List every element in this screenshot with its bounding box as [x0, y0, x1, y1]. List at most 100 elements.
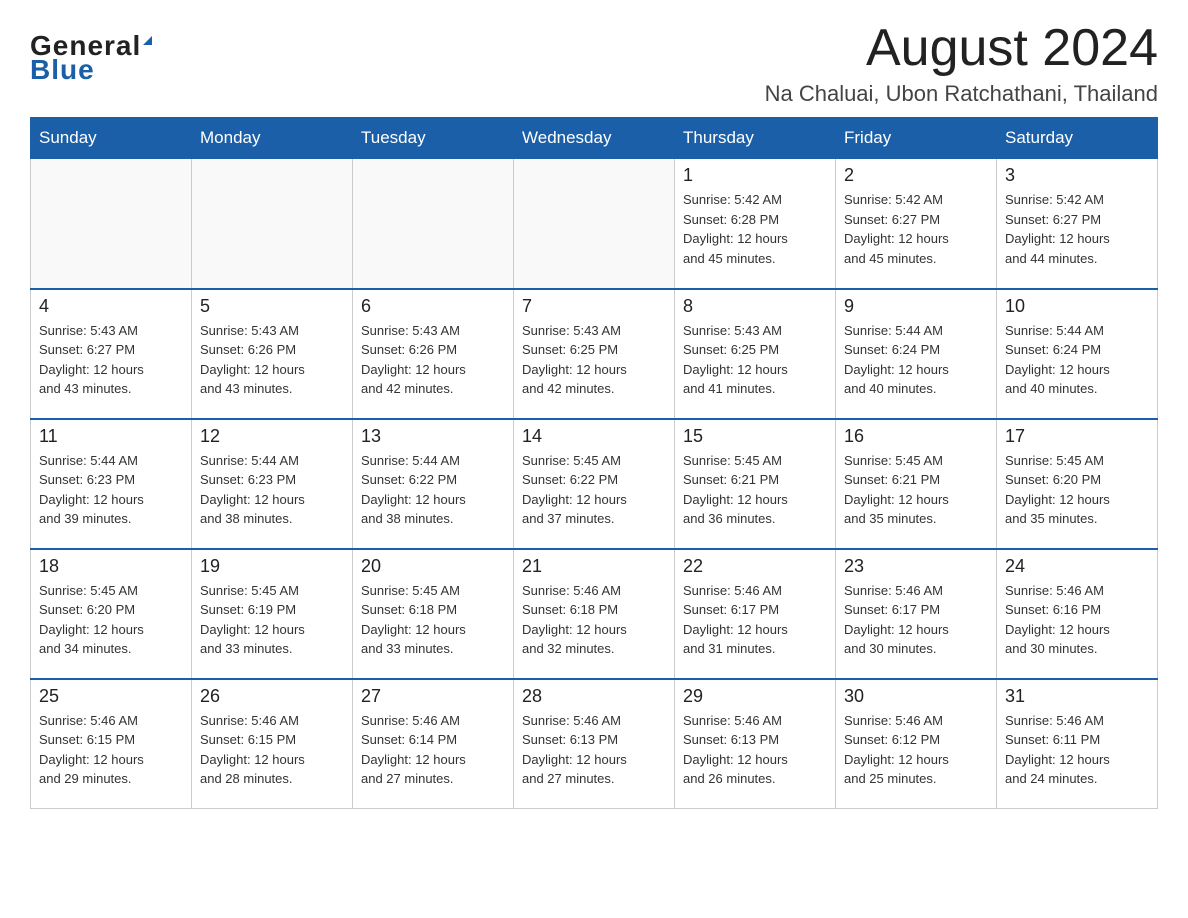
calendar-cell	[192, 159, 353, 289]
day-number: 21	[522, 556, 666, 577]
day-info: Sunrise: 5:44 AM Sunset: 6:23 PM Dayligh…	[200, 451, 344, 529]
calendar-header-row: SundayMondayTuesdayWednesdayThursdayFrid…	[31, 118, 1158, 159]
calendar-cell: 13 Sunrise: 5:44 AM Sunset: 6:22 PM Dayli…	[353, 419, 514, 549]
logo: General Blue	[30, 30, 152, 86]
day-info: Sunrise: 5:46 AM Sunset: 6:17 PM Dayligh…	[844, 581, 988, 659]
day-info: Sunrise: 5:42 AM Sunset: 6:27 PM Dayligh…	[1005, 190, 1149, 268]
day-info: Sunrise: 5:45 AM Sunset: 6:22 PM Dayligh…	[522, 451, 666, 529]
calendar-cell: 29Sunrise: 5:46 AM Sunset: 6:13 PM Dayli…	[675, 679, 836, 809]
calendar-week-5: 25 Sunrise: 5:46 AM Sunset: 6:15 PM Dayli…	[31, 679, 1158, 809]
day-number: 25	[39, 686, 183, 707]
calendar-cell: 14 Sunrise: 5:45 AM Sunset: 6:22 PM Dayli…	[514, 419, 675, 549]
day-number: 14	[522, 426, 666, 447]
day-info: Sunrise: 5:46 AM Sunset: 6:13 PM Dayligh…	[522, 711, 666, 789]
day-info: Sunrise: 5:45 AM Sunset: 6:20 PM Dayligh…	[1005, 451, 1149, 529]
day-number: 23	[844, 556, 988, 577]
calendar-cell: 18 Sunrise: 5:45 AM Sunset: 6:20 PM Dayli…	[31, 549, 192, 679]
title-area: August 2024 Na Chaluai, Ubon Ratchathani…	[765, 20, 1158, 107]
logo-blue-text: Blue	[30, 54, 95, 86]
day-number: 29	[683, 686, 827, 707]
day-number: 9	[844, 296, 988, 317]
calendar-cell: 25 Sunrise: 5:46 AM Sunset: 6:15 PM Dayli…	[31, 679, 192, 809]
calendar-week-3: 11 Sunrise: 5:44 AM Sunset: 6:23 PM Dayli…	[31, 419, 1158, 549]
calendar-cell: 17Sunrise: 5:45 AM Sunset: 6:20 PM Dayli…	[997, 419, 1158, 549]
calendar-table: SundayMondayTuesdayWednesdayThursdayFrid…	[30, 117, 1158, 809]
calendar-cell: 21 Sunrise: 5:46 AM Sunset: 6:18 PM Dayli…	[514, 549, 675, 679]
day-info: Sunrise: 5:43 AM Sunset: 6:26 PM Dayligh…	[361, 321, 505, 399]
calendar-cell: 10 Sunrise: 5:44 AM Sunset: 6:24 PM Dayli…	[997, 289, 1158, 419]
calendar-cell: 30 Sunrise: 5:46 AM Sunset: 6:12 PM Dayli…	[836, 679, 997, 809]
calendar-cell: 3 Sunrise: 5:42 AM Sunset: 6:27 PM Daylig…	[997, 159, 1158, 289]
calendar-cell: 31Sunrise: 5:46 AM Sunset: 6:11 PM Dayli…	[997, 679, 1158, 809]
day-info: Sunrise: 5:44 AM Sunset: 6:24 PM Dayligh…	[1005, 321, 1149, 399]
header-wednesday: Wednesday	[514, 118, 675, 159]
header-tuesday: Tuesday	[353, 118, 514, 159]
day-info: Sunrise: 5:42 AM Sunset: 6:27 PM Dayligh…	[844, 190, 988, 268]
day-info: Sunrise: 5:46 AM Sunset: 6:15 PM Dayligh…	[39, 711, 183, 789]
day-number: 7	[522, 296, 666, 317]
header-saturday: Saturday	[997, 118, 1158, 159]
calendar-cell: 11Sunrise: 5:44 AM Sunset: 6:23 PM Dayli…	[31, 419, 192, 549]
calendar-cell: 2 Sunrise: 5:42 AM Sunset: 6:27 PM Daylig…	[836, 159, 997, 289]
calendar-cell: 7 Sunrise: 5:43 AM Sunset: 6:25 PM Daylig…	[514, 289, 675, 419]
day-info: Sunrise: 5:45 AM Sunset: 6:20 PM Dayligh…	[39, 581, 183, 659]
calendar-cell: 22 Sunrise: 5:46 AM Sunset: 6:17 PM Dayli…	[675, 549, 836, 679]
day-number: 24	[1005, 556, 1149, 577]
day-info: Sunrise: 5:46 AM Sunset: 6:11 PM Dayligh…	[1005, 711, 1149, 789]
day-info: Sunrise: 5:46 AM Sunset: 6:18 PM Dayligh…	[522, 581, 666, 659]
day-number: 6	[361, 296, 505, 317]
calendar-week-4: 18 Sunrise: 5:45 AM Sunset: 6:20 PM Dayli…	[31, 549, 1158, 679]
day-info: Sunrise: 5:46 AM Sunset: 6:12 PM Dayligh…	[844, 711, 988, 789]
day-number: 3	[1005, 165, 1149, 186]
day-number: 10	[1005, 296, 1149, 317]
day-number: 28	[522, 686, 666, 707]
day-number: 4	[39, 296, 183, 317]
day-info: Sunrise: 5:46 AM Sunset: 6:14 PM Dayligh…	[361, 711, 505, 789]
day-info: Sunrise: 5:45 AM Sunset: 6:19 PM Dayligh…	[200, 581, 344, 659]
day-info: Sunrise: 5:43 AM Sunset: 6:26 PM Dayligh…	[200, 321, 344, 399]
day-number: 22	[683, 556, 827, 577]
header-sunday: Sunday	[31, 118, 192, 159]
calendar-cell: 5 Sunrise: 5:43 AM Sunset: 6:26 PM Daylig…	[192, 289, 353, 419]
calendar-cell	[514, 159, 675, 289]
calendar-cell: 24 Sunrise: 5:46 AM Sunset: 6:16 PM Dayli…	[997, 549, 1158, 679]
day-number: 30	[844, 686, 988, 707]
day-info: Sunrise: 5:45 AM Sunset: 6:21 PM Dayligh…	[683, 451, 827, 529]
day-info: Sunrise: 5:43 AM Sunset: 6:25 PM Dayligh…	[683, 321, 827, 399]
calendar-cell: 9 Sunrise: 5:44 AM Sunset: 6:24 PM Daylig…	[836, 289, 997, 419]
calendar-cell: 12 Sunrise: 5:44 AM Sunset: 6:23 PM Dayli…	[192, 419, 353, 549]
day-number: 15	[683, 426, 827, 447]
day-info: Sunrise: 5:43 AM Sunset: 6:25 PM Dayligh…	[522, 321, 666, 399]
calendar-cell: 26 Sunrise: 5:46 AM Sunset: 6:15 PM Dayli…	[192, 679, 353, 809]
day-number: 18	[39, 556, 183, 577]
day-info: Sunrise: 5:43 AM Sunset: 6:27 PM Dayligh…	[39, 321, 183, 399]
header-monday: Monday	[192, 118, 353, 159]
calendar-cell: 4 Sunrise: 5:43 AM Sunset: 6:27 PM Daylig…	[31, 289, 192, 419]
day-number: 20	[361, 556, 505, 577]
day-number: 12	[200, 426, 344, 447]
day-number: 11	[39, 426, 183, 447]
day-number: 26	[200, 686, 344, 707]
day-info: Sunrise: 5:46 AM Sunset: 6:17 PM Dayligh…	[683, 581, 827, 659]
day-info: Sunrise: 5:45 AM Sunset: 6:18 PM Dayligh…	[361, 581, 505, 659]
day-info: Sunrise: 5:46 AM Sunset: 6:16 PM Dayligh…	[1005, 581, 1149, 659]
calendar-cell	[31, 159, 192, 289]
calendar-cell: 6 Sunrise: 5:43 AM Sunset: 6:26 PM Daylig…	[353, 289, 514, 419]
header-friday: Friday	[836, 118, 997, 159]
calendar-cell: 27Sunrise: 5:46 AM Sunset: 6:14 PM Dayli…	[353, 679, 514, 809]
day-number: 1	[683, 165, 827, 186]
day-number: 2	[844, 165, 988, 186]
day-number: 5	[200, 296, 344, 317]
day-info: Sunrise: 5:44 AM Sunset: 6:22 PM Dayligh…	[361, 451, 505, 529]
day-info: Sunrise: 5:44 AM Sunset: 6:24 PM Dayligh…	[844, 321, 988, 399]
calendar-cell: 28 Sunrise: 5:46 AM Sunset: 6:13 PM Dayli…	[514, 679, 675, 809]
logo-arrow-icon	[143, 36, 152, 45]
day-info: Sunrise: 5:42 AM Sunset: 6:28 PM Dayligh…	[683, 190, 827, 268]
calendar-cell	[353, 159, 514, 289]
calendar-week-1: 1 Sunrise: 5:42 AM Sunset: 6:28 PM Daylig…	[31, 159, 1158, 289]
day-info: Sunrise: 5:45 AM Sunset: 6:21 PM Dayligh…	[844, 451, 988, 529]
day-number: 13	[361, 426, 505, 447]
day-number: 19	[200, 556, 344, 577]
calendar-cell: 23 Sunrise: 5:46 AM Sunset: 6:17 PM Dayli…	[836, 549, 997, 679]
day-info: Sunrise: 5:46 AM Sunset: 6:15 PM Dayligh…	[200, 711, 344, 789]
